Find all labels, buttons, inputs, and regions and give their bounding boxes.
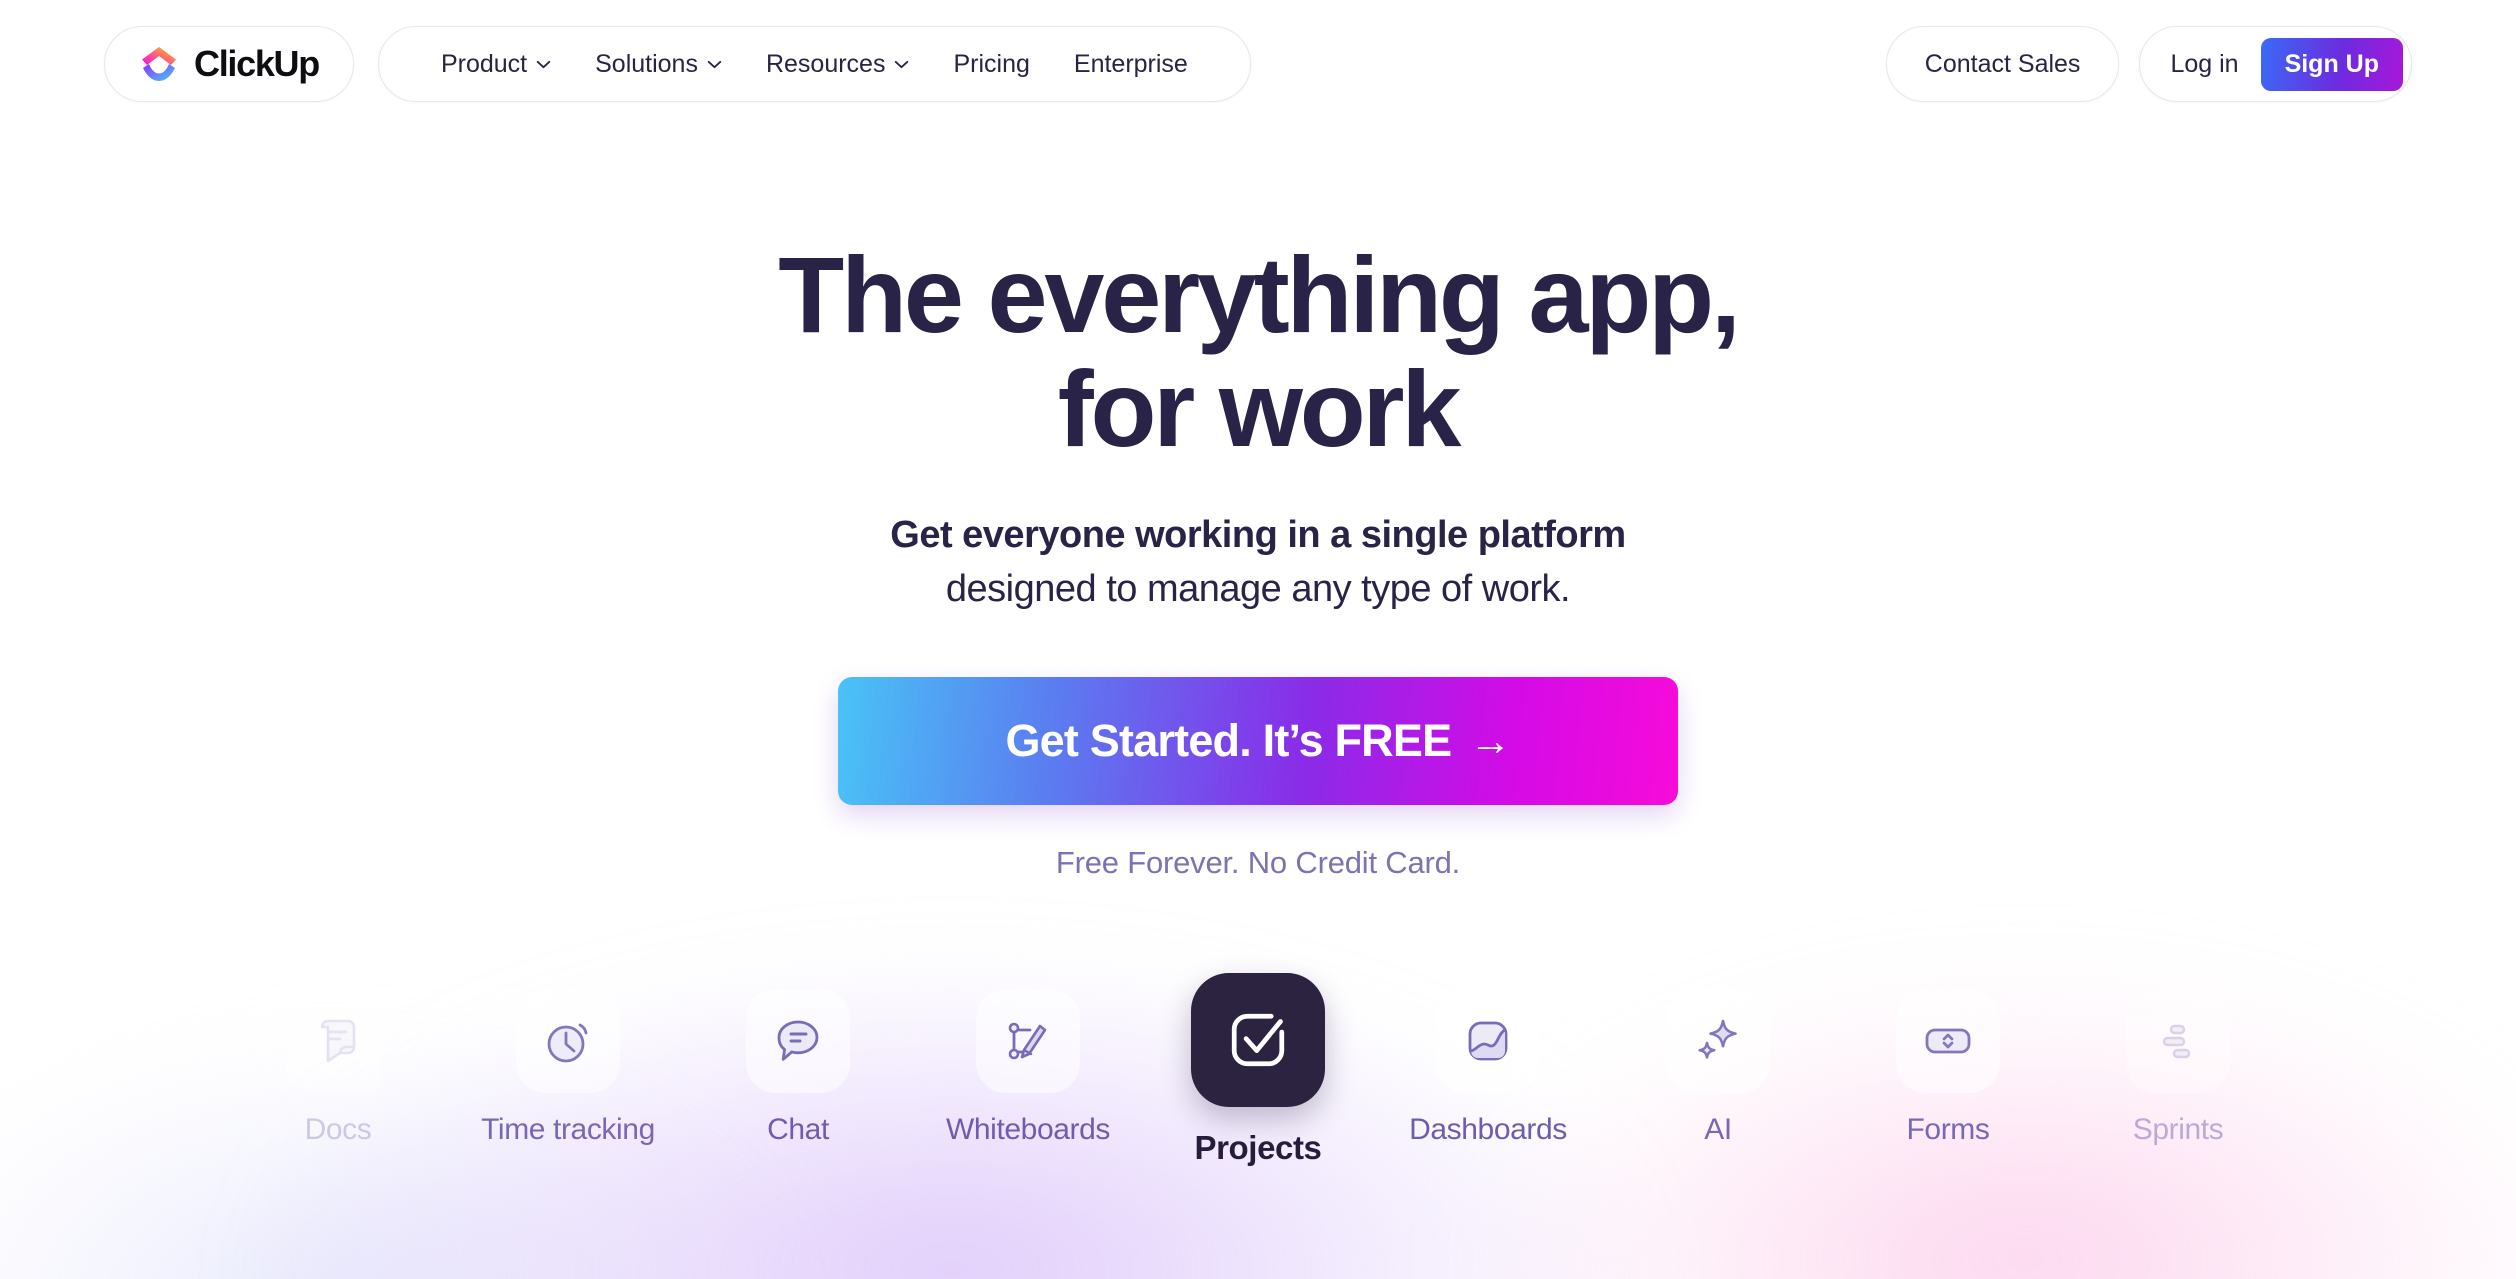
stopwatch-icon — [547, 1023, 588, 1063]
feature-strip: Docs Time tracking Chat Whiteboards Proj… — [0, 973, 2516, 1279]
feature-tile — [2126, 989, 2230, 1093]
chart-square-icon — [1468, 1021, 1508, 1061]
feature-tile — [976, 989, 1080, 1093]
feature-item-forms[interactable]: Forms — [1833, 989, 2063, 1145]
chevron-down-icon — [707, 60, 722, 68]
feature-label: Time tracking — [481, 1113, 655, 1146]
contact-sales-button[interactable]: Contact Sales — [1885, 26, 2120, 102]
clickup-logo-icon — [142, 47, 176, 81]
feature-label: Dashboards — [1409, 1113, 1567, 1146]
cta-label: Get Started. It’s FREE — [1005, 715, 1452, 767]
feature-tile — [1436, 989, 1540, 1093]
headline-line-1: The everything app, — [778, 234, 1741, 355]
feature-item-ai[interactable]: AI — [1603, 989, 1833, 1145]
contact-sales-label: Contact Sales — [1924, 49, 2081, 78]
feature-item-docs[interactable]: Docs — [223, 989, 453, 1145]
header-actions: Contact Sales Log in Sign Up — [1885, 26, 2412, 102]
auth-group: Log in Sign Up — [2139, 26, 2412, 102]
hero-subtitle: Get everyone working in a single platfor… — [890, 509, 1626, 617]
feature-label: Sprints — [2132, 1113, 2224, 1146]
hero-section: The everything app, for work Get everyon… — [0, 0, 2516, 1010]
logo-button[interactable]: ClickUp — [104, 26, 354, 102]
nav-label: Product — [440, 49, 528, 78]
nav-item-pricing[interactable]: Pricing — [931, 49, 1051, 78]
headline-line-2: for work — [1057, 348, 1462, 470]
chevron-down-icon — [536, 60, 551, 68]
check-square-icon — [1231, 1013, 1285, 1067]
nav-label: Solutions — [595, 49, 698, 78]
login-link[interactable]: Log in — [2170, 50, 2238, 79]
site-header: ClickUp Product Solutions Resources Pric… — [0, 0, 2516, 128]
chat-bubble-icon — [777, 1020, 819, 1061]
nav-label: Resources — [765, 49, 886, 78]
feature-label: Projects — [1194, 1129, 1322, 1166]
nav-label: Pricing — [953, 49, 1030, 78]
feature-item-time-tracking[interactable]: Time tracking — [453, 989, 683, 1145]
feature-label: Whiteboards — [945, 1113, 1110, 1146]
feature-tile — [516, 989, 620, 1093]
feature-label: Chat — [767, 1113, 829, 1146]
chevron-down-icon — [895, 60, 909, 68]
cta-fineprint: Free Forever. No Credit Card. — [1055, 844, 1461, 880]
feature-label: Docs — [304, 1113, 372, 1146]
feature-label: AI — [1704, 1113, 1732, 1146]
feature-label: Forms — [1906, 1113, 1990, 1146]
subtitle-line-2: designed to manage any type of work. — [945, 567, 1571, 610]
pencil-frame-icon — [1008, 1022, 1047, 1060]
feature-item-projects[interactable]: Projects — [1143, 973, 1373, 1164]
nav-label: Enterprise — [1073, 49, 1188, 78]
nav-item-resources[interactable]: Resources — [744, 49, 932, 78]
page-title: The everything app, for work — [778, 237, 1741, 470]
feature-item-whiteboards[interactable]: Whiteboards — [913, 989, 1143, 1145]
document-icon — [320, 1019, 356, 1063]
feature-item-dashboards[interactable]: Dashboards — [1373, 989, 1603, 1145]
sparkle-icon — [1698, 1019, 1737, 1059]
feature-item-chat[interactable]: Chat — [683, 989, 913, 1145]
nav-item-product[interactable]: Product — [419, 49, 573, 78]
feature-tile — [1896, 989, 2000, 1093]
signup-button[interactable]: Sign Up — [2260, 37, 2403, 91]
arrow-right-icon: → — [1469, 716, 1511, 764]
feature-tile — [746, 989, 850, 1093]
select-field-icon — [1925, 1028, 1971, 1054]
nav-item-solutions[interactable]: Solutions — [573, 49, 744, 78]
feature-tile — [286, 989, 390, 1093]
brand-name: ClickUp — [194, 43, 320, 84]
feature-tile — [1666, 989, 1770, 1093]
subtitle-line-1: Get everyone working in a single platfor… — [890, 513, 1626, 556]
main-navigation: Product Solutions Resources Pricing Ente… — [377, 26, 1251, 102]
nav-item-enterprise[interactable]: Enterprise — [1052, 49, 1210, 78]
feature-item-sprints[interactable]: Sprints — [2063, 989, 2293, 1145]
feature-tile-active — [1191, 973, 1325, 1107]
sprint-bars-icon — [2162, 1024, 2191, 1059]
get-started-button[interactable]: Get Started. It’s FREE → — [838, 676, 1678, 805]
